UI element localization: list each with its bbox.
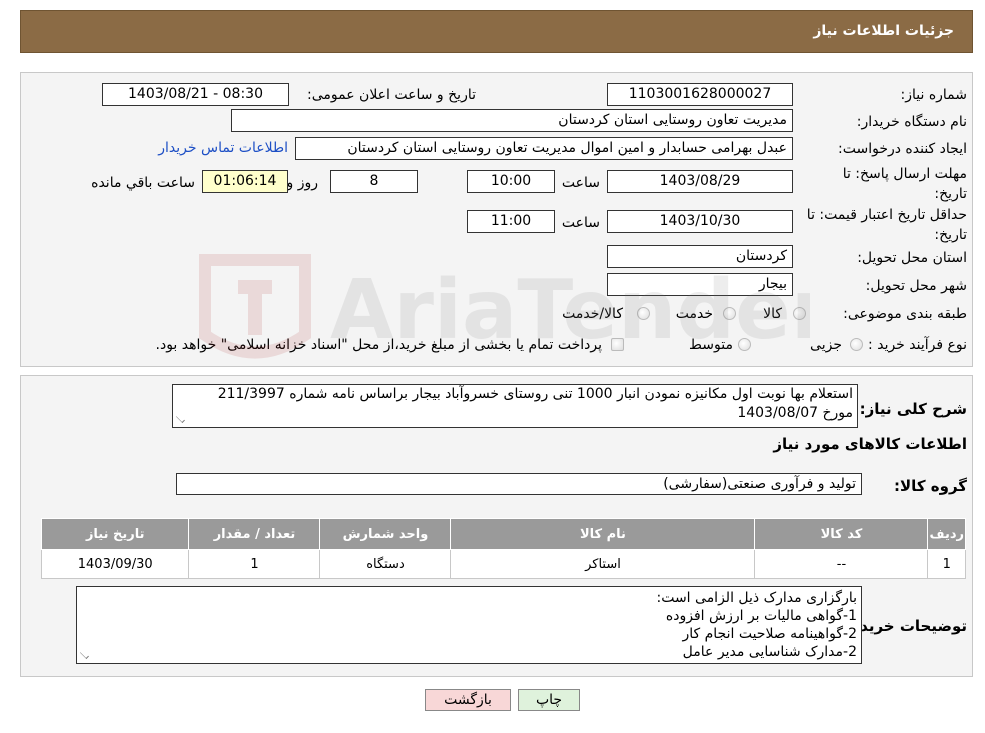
buyer-org-label: نام دستگاه خریدار:: [856, 114, 967, 130]
cell-row: 1: [927, 549, 966, 579]
description-line-2: مورخ 1403/08/07: [737, 405, 853, 421]
announce-field: 1403/08/21 - 08:30: [102, 83, 289, 106]
buyer-org-field: مدیریت تعاون روستایی استان کردستان: [231, 109, 793, 132]
province-label: استان محل تحویل:: [857, 250, 967, 266]
col-code: کد کالا: [754, 518, 929, 550]
deadline-time-field: 10:00: [467, 170, 555, 193]
col-date: تاریخ نیاز: [40, 518, 190, 550]
cell-code: --: [754, 549, 929, 579]
purchase-option-minor: جزیی: [810, 337, 842, 353]
page-title: جزئیات اطلاعات نیاز: [813, 23, 954, 39]
validity-time-label: ساعت: [561, 215, 600, 231]
back-button[interactable]: بازگشت: [425, 689, 511, 711]
description-label: شرح کلی نیاز:: [859, 400, 967, 418]
page-header: جزئیات اطلاعات نیاز: [20, 10, 973, 53]
purchase-type-label: نوع فرآیند خرید :: [868, 337, 967, 353]
days-field: 8: [330, 170, 418, 193]
col-qty: تعداد / مقدار: [188, 518, 321, 550]
validity-time-field: 11:00: [467, 210, 555, 233]
category-label: طبقه بندی موضوعی:: [843, 306, 967, 322]
cell-unit: دستگاه: [319, 549, 452, 579]
validity-label: حداقل تاریخ اعتبار قیمت: تا تاریخ:: [806, 207, 967, 243]
announce-label: تاریخ و ساعت اعلان عمومی:: [307, 87, 476, 103]
cell-qty: 1: [188, 549, 321, 579]
col-unit: واحد شمارش: [319, 518, 452, 550]
buyer-contact-link[interactable]: اطلاعات تماس خریدار: [158, 140, 288, 156]
remaining-label: ساعت باقي مانده: [91, 175, 195, 191]
description-field: استعلام بها نوبت اول مکانیزه نمودن انبار…: [172, 384, 858, 428]
need-number-field: 1103001628000027: [607, 83, 793, 106]
deadline-date-field: 1403/08/29: [607, 170, 793, 193]
days-label: روز و: [286, 175, 319, 191]
buyer-notes-line-3: 2-گواهینامه صلاحیت انجام کار: [682, 626, 857, 642]
city-label: شهر محل تحویل:: [865, 278, 967, 294]
requester-field: عبدل بهرامی حسابدار و امین اموال مدیریت …: [295, 137, 793, 160]
print-button[interactable]: چاپ: [518, 689, 580, 711]
watermark-logo: AriaTender.neT: [199, 254, 810, 359]
watermark-text: AriaTender.neT: [330, 263, 810, 358]
cell-name: استاکر: [450, 549, 756, 579]
buyer-notes-line-2: 1-گواهی مالیات بر ارزش افزوده: [665, 608, 857, 624]
goods-group-label: گروه کالا:: [894, 477, 967, 495]
description-line-1: استعلام بها نوبت اول مکانیزه نمودن انبار…: [217, 386, 853, 402]
table-row: 1 -- استاکر دستگاه 1 1403/09/30: [40, 549, 966, 579]
goods-group-field: تولید و فرآوری صنعتی(سفارشی): [176, 473, 862, 495]
buyer-notes-line-1: بارگزاری مدارک ذیل الزامی است:: [656, 590, 857, 606]
goods-table: ردیف کد کالا نام کالا واحد شمارش تعداد /…: [40, 518, 966, 579]
purchase-radio-minor[interactable]: [850, 338, 863, 351]
remaining-time-field: 01:06:14: [202, 170, 288, 193]
goods-section-title: اطلاعات کالاهای مورد نیاز: [773, 435, 967, 453]
requester-label: ایجاد کننده درخواست:: [838, 141, 967, 157]
validity-date-field: 1403/10/30: [607, 210, 793, 233]
buyer-notes-line-4: 2-مدارک شناسایی مدیر عامل: [682, 644, 857, 660]
deadline-time-label: ساعت: [561, 175, 600, 191]
goods-table-header: ردیف کد کالا نام کالا واحد شمارش تعداد /…: [40, 518, 966, 550]
deadline-label: مهلت ارسال پاسخ: تا تاریخ:: [842, 166, 967, 202]
cell-date: 1403/09/30: [40, 549, 190, 579]
col-name: نام کالا: [450, 518, 756, 550]
need-number-label: شماره نیاز:: [900, 87, 968, 103]
col-row: ردیف: [927, 518, 966, 550]
buyer-notes-field: بارگزاری مدارک ذیل الزامی است: 1-گواهی م…: [76, 586, 862, 664]
